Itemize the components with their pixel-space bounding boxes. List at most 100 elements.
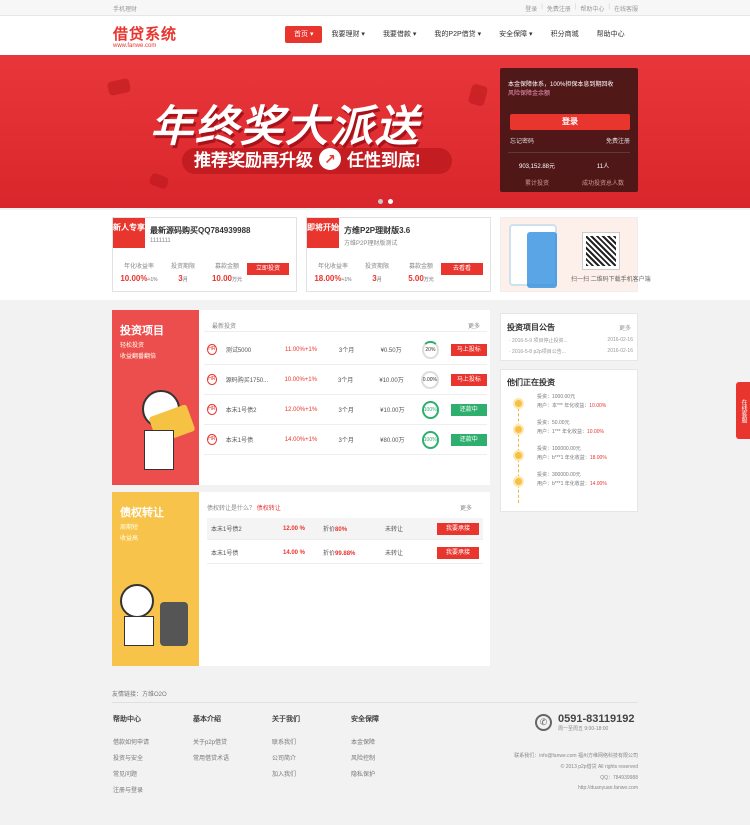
footer-link[interactable]: 联系我们 <box>272 737 296 746</box>
recent-invest-box: 他们正在投资 投资：1000.00元 用户：本*** 年化收益：10.00% 投资… <box>500 369 638 512</box>
footer-link[interactable]: 隐私保护 <box>351 769 375 778</box>
divider <box>508 152 630 153</box>
table-row[interactable]: 本末1号债 14.00 % 折价99.88% 未转让 我要承接 <box>207 542 483 564</box>
table-row[interactable]: HR 源码购买1750... 10.00%+1% 3个月 ¥10.00万 0.0… <box>204 365 488 395</box>
cartoon-character <box>120 584 154 618</box>
table-row[interactable]: HR 本末1号债2 12.00%+1% 3个月 ¥10.00万 100% 还款中 <box>204 395 487 425</box>
app-download-card[interactable]: 扫一扫 二维码下载手机客户端 <box>500 217 651 292</box>
repaying-button[interactable]: 还款中 <box>450 403 487 416</box>
notice-box: 投资项目公告 更多 · 2016-5-9 项目停止投资... 2016-02-16… <box>500 313 638 361</box>
coin-icon <box>513 476 524 487</box>
hotline: ✆ 0591-83119192 周一至周五 9:00-18:00 <box>535 713 634 732</box>
footer-link[interactable]: 注册与登录 <box>113 785 143 794</box>
chair-icon <box>160 602 188 646</box>
friend-link[interactable]: 方维O2O <box>142 692 167 698</box>
product-card[interactable]: 新人专享 最新源码购买QQ784939988 1111111 年化收益率 10.0… <box>112 217 297 292</box>
login-link[interactable]: 登录 <box>525 4 537 13</box>
coin-icon <box>513 424 524 435</box>
nav-borrow[interactable]: 我要借款 ▾ <box>374 26 425 43</box>
online-service-tab[interactable]: 在线客服 <box>736 382 750 439</box>
more-link[interactable]: 更多 <box>619 323 631 332</box>
more-link[interactable]: 更多 <box>460 503 472 512</box>
footer-link[interactable]: 投资与安全 <box>113 753 143 762</box>
help-link[interactable]: 帮助中心 <box>580 4 604 13</box>
invest-side-banner: 投资项目 轻松投资 收益翻番翻倍 <box>112 310 199 485</box>
bid-button[interactable]: 马上投标 <box>450 373 488 386</box>
nav-invest[interactable]: 我要理财 ▾ <box>322 26 373 43</box>
footer-link[interactable]: 公司简介 <box>272 753 296 762</box>
bid-button[interactable]: 马上投标 <box>450 343 488 356</box>
notice-item[interactable]: · 2016-5-8 p2p项目公告... 2016-02-16 <box>509 348 633 355</box>
footer-col-title: 基本介绍 <box>193 716 221 723</box>
nav-my-p2p[interactable]: 我的P2P借贷 ▾ <box>425 26 490 43</box>
product-card[interactable]: 即将开始 方维P2P理财版3.6 方维P2P理财版测试 年化收益率 18.00%+… <box>306 217 491 292</box>
footer-link[interactable]: 本金保障 <box>351 737 375 746</box>
footer-link[interactable]: 关于p2p借贷 <box>193 737 227 746</box>
forgot-password-link[interactable]: 忘记密码 <box>510 136 534 145</box>
footer-col-title: 关于我们 <box>272 716 300 723</box>
register-link[interactable]: 免费注册 <box>547 4 571 13</box>
nav-help[interactable]: 帮助中心 <box>588 26 634 43</box>
invest-title: 投资项目 <box>120 325 164 337</box>
footer-link[interactable]: 常见问题 <box>113 769 137 778</box>
footer-link[interactable]: 风险控制 <box>351 753 375 762</box>
hr-icon: HR <box>207 434 217 445</box>
recent-title: 他们正在投资 <box>507 378 555 387</box>
footer-col-title: 安全保障 <box>351 716 379 723</box>
notice-item[interactable]: · 2016-5-9 项目停止投资... 2016-02-16 <box>509 337 633 344</box>
stat-total-investment: 903,152.88元 累计投资 <box>518 164 556 187</box>
invest-now-button[interactable]: 立即投资 <box>247 263 289 275</box>
recent-item: 投资：100000.00元 用户：b***1 年化收益：18.00% <box>537 446 607 461</box>
hr-icon: HR <box>207 404 217 415</box>
cartoon-body <box>144 430 174 470</box>
online-service-link[interactable]: 在线客服 <box>614 4 638 13</box>
mobile-finance-link[interactable]: 手机理财 <box>113 4 137 13</box>
nav-points-mall[interactable]: 积分商城 <box>542 26 588 43</box>
table-row[interactable]: HR 本末1号债 14.00%+1% 3个月 ¥80.00万 100% 还款中 <box>204 425 487 455</box>
footer-link[interactable]: 加入我们 <box>272 769 296 778</box>
carousel-dot[interactable] <box>378 199 383 204</box>
carousel-dot[interactable] <box>388 199 393 204</box>
transfer-what-link[interactable]: 债权转让是什么？ 债权转让 <box>207 503 281 512</box>
logo[interactable]: 借贷系统 www.fanwe.com <box>113 23 177 49</box>
footer-link[interactable]: 常用借贷术语 <box>193 753 229 762</box>
nav-home[interactable]: 首页 ▾ <box>285 26 323 43</box>
nav-security[interactable]: 安全保障 ▾ <box>490 26 541 43</box>
recent-item: 投资：50.00元 用户：1*** 年化收益：10.00% <box>537 420 604 435</box>
banner-subline: 推荐奖励再升级 ↗ 任性到底! <box>182 148 452 174</box>
footer-copyright: © 2013 p2p借贷 All rights reserved <box>560 764 638 770</box>
product-name[interactable]: 最新源码购买QQ784939988 <box>150 225 251 236</box>
latest-invest-tab[interactable]: 最新投资 <box>212 321 236 330</box>
qr-label: 扫一扫 二维码下载手机客户端 <box>571 277 651 283</box>
red-envelope-icon <box>106 77 132 97</box>
login-button[interactable]: 登录 <box>510 114 630 130</box>
product-tag: 新人专享 <box>113 218 145 248</box>
accept-transfer-button[interactable]: 我要承接 <box>437 546 479 559</box>
repaying-button[interactable]: 还款中 <box>450 433 487 446</box>
progress-ring: 100% <box>421 400 439 419</box>
logo-title: 借贷系统 <box>113 26 178 43</box>
product-name[interactable]: 方维P2P理财版3.6 <box>344 225 410 236</box>
accept-transfer-button[interactable]: 我要承接 <box>437 522 479 535</box>
cartoon-body <box>124 616 154 646</box>
table-row[interactable]: HR 测试5000 11.00%+1% 3个月 ¥0.50万 20% 马上投标 <box>204 335 488 365</box>
footer-qq: QQ：784939988 <box>600 775 638 781</box>
free-register-link[interactable]: 免费注册 <box>606 136 630 145</box>
progress-ring: 0.00% <box>420 370 439 389</box>
table-row[interactable]: 本末1号债2 12.00 % 折价80% 未转让 我要承接 <box>207 518 483 540</box>
footer-link[interactable]: 借款如何申请 <box>113 737 149 746</box>
friend-links: 友情链接：方维O2O <box>112 692 167 698</box>
footer-site[interactable]: http://duanyuan.fanwe.com <box>578 785 638 791</box>
view-button[interactable]: 去看看 <box>441 263 483 275</box>
product-sub: 方维P2P理财版测试 <box>344 241 398 247</box>
hr-icon: HR <box>207 374 217 385</box>
footer-col-title: 帮助中心 <box>113 716 141 723</box>
more-link[interactable]: 更多 <box>468 321 480 330</box>
top-bar: 手机理财 登录 | 免费注册 | 帮助中心 | 在线客服 <box>0 0 750 16</box>
phone-icon: ✆ <box>535 714 552 731</box>
arrow-up-icon: ↗ <box>319 148 341 170</box>
transfer-desc: 周期短 收益高 <box>120 525 139 542</box>
product-tag: 即将开始 <box>307 218 339 248</box>
banner-headline: 年终奖大派送 <box>150 103 420 151</box>
stat-investors: 11人 成功投资总人数 <box>581 164 624 187</box>
